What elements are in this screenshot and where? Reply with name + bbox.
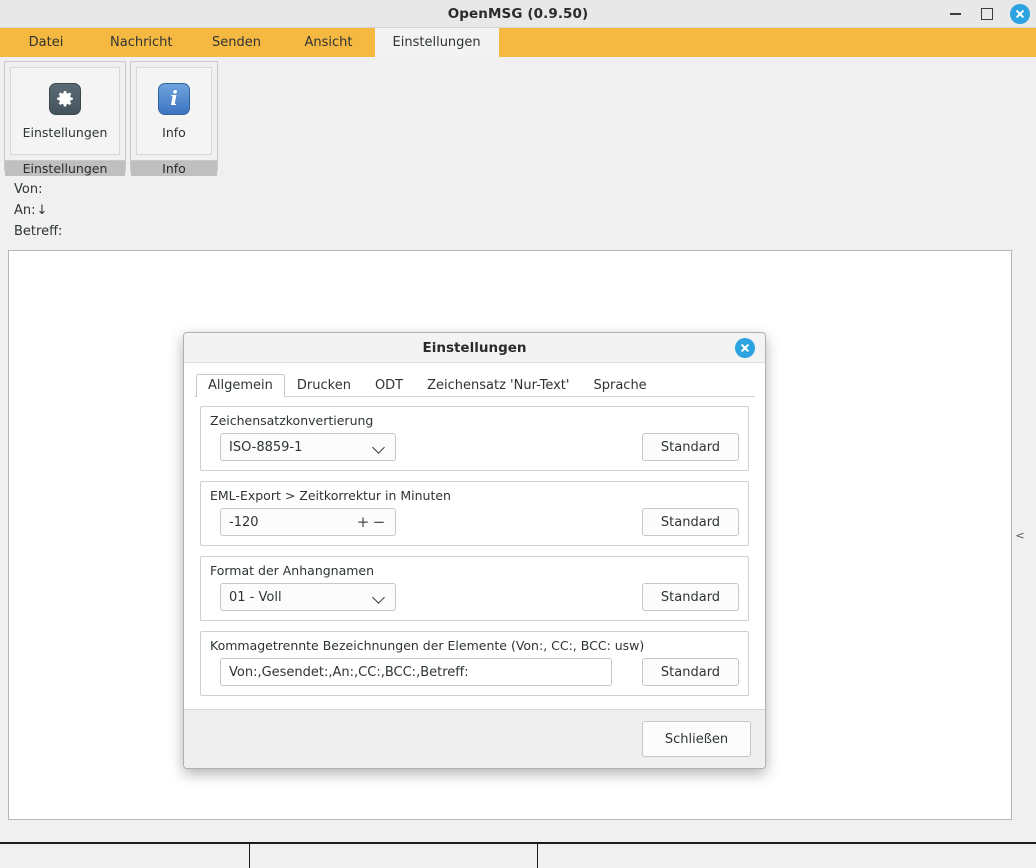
ribbon-toolbar: Einstellungen Einstellungen i Info Info — [0, 57, 1036, 175]
arrow-down-icon[interactable]: ↓ — [36, 203, 48, 218]
tab-sprache[interactable]: Sprache — [581, 374, 658, 397]
info-button-label: Info — [162, 125, 186, 140]
window-titlebar: OpenMSG (0.9.50) — [0, 0, 1036, 28]
tab-zeichensatz-nur-text[interactable]: Zeichensatz 'Nur-Text' — [415, 374, 581, 397]
status-cell-2 — [249, 844, 537, 868]
ribbon-group-body: Einstellungen — [5, 62, 125, 160]
chevron-down-icon — [373, 441, 385, 453]
from-row: Von: — [14, 179, 1036, 200]
info-button[interactable]: i Info — [136, 67, 212, 155]
ribbon-group-einstellungen: Einstellungen Einstellungen — [4, 61, 126, 171]
group-row: -120 + − Standard — [210, 508, 739, 536]
status-cell-1 — [0, 844, 249, 868]
field-container: Von:,Gesendet:,An:,CC:,BCC:,Betreff: — [210, 658, 612, 686]
dialog-footer: Schließen — [184, 709, 765, 768]
group-label: EML-Export > Zeitkorrektur in Minuten — [210, 488, 739, 503]
info-icon: i — [158, 83, 190, 115]
group-label: Kommagetrennte Bezeichnungen der Element… — [210, 638, 739, 653]
menu-item-nachricht[interactable]: Nachricht — [92, 28, 191, 57]
einstellungen-button-label: Einstellungen — [23, 125, 108, 140]
anhangnamen-combobox[interactable]: 01 - Voll — [220, 583, 396, 611]
group-bezeichnungen-elemente: Kommagetrennte Bezeichnungen der Element… — [200, 631, 749, 696]
bezeichnungen-input[interactable]: Von:,Gesendet:,An:,CC:,BCC:,Betreff: — [220, 658, 612, 686]
tab-allgemein[interactable]: Allgemein — [196, 374, 285, 397]
anhangnamen-standard-button[interactable]: Standard — [642, 583, 739, 611]
menu-item-ansicht[interactable]: Ansicht — [283, 28, 375, 57]
einstellungen-button[interactable]: Einstellungen — [10, 67, 120, 155]
group-row: Von:,Gesendet:,An:,CC:,BCC:,Betreff: Sta… — [210, 658, 739, 686]
group-eml-export-zeitkorrektur: EML-Export > Zeitkorrektur in Minuten -1… — [200, 481, 749, 546]
tab-drucken[interactable]: Drucken — [285, 374, 363, 397]
group-zeichensatzkonvertierung: Zeichensatzkonvertierung ISO-8859-1 Stan… — [200, 406, 749, 471]
spin-increment-button[interactable]: + — [355, 515, 371, 530]
dialog-titlebar: Einstellungen — [184, 333, 765, 363]
group-label: Zeichensatzkonvertierung — [210, 413, 739, 428]
field-container: -120 + − — [210, 508, 396, 536]
tab-odt[interactable]: ODT — [363, 374, 415, 397]
charset-standard-button[interactable]: Standard — [642, 433, 739, 461]
field-container: ISO-8859-1 — [210, 433, 396, 461]
tabpane-allgemein: Zeichensatzkonvertierung ISO-8859-1 Stan… — [194, 397, 755, 709]
to-row: An: ↓ — [14, 200, 1036, 221]
bezeichnungen-input-value: Von:,Gesendet:,An:,CC:,BCC:,Betreff: — [229, 665, 469, 680]
menu-item-senden[interactable]: Senden — [191, 28, 283, 57]
window-title: OpenMSG (0.9.50) — [448, 6, 589, 22]
dialog-close-icon[interactable] — [735, 338, 755, 358]
anhangnamen-combobox-value: 01 - Voll — [229, 590, 282, 605]
minimize-icon[interactable] — [946, 5, 964, 23]
charset-combobox[interactable]: ISO-8859-1 — [220, 433, 396, 461]
status-cell-3 — [537, 844, 1036, 868]
menubar: Datei Nachricht Senden Ansicht Einstellu… — [0, 28, 1036, 57]
chevron-down-icon — [373, 591, 385, 603]
zeitkorrektur-spinbox[interactable]: -120 + − — [220, 508, 396, 536]
zeitkorrektur-value: -120 — [229, 515, 355, 530]
dialog-body: Allgemein Drucken ODT Zeichensatz 'Nur-T… — [184, 363, 765, 709]
dialog-tabstrip: Allgemein Drucken ODT Zeichensatz 'Nur-T… — [194, 371, 755, 397]
ribbon-group-info: i Info Info — [130, 61, 218, 171]
window-controls — [946, 0, 1030, 28]
from-label: Von: — [14, 182, 42, 197]
group-label: Format der Anhangnamen — [210, 563, 739, 578]
bezeichnungen-standard-button[interactable]: Standard — [642, 658, 739, 686]
subject-label: Betreff: — [14, 224, 62, 239]
maximize-icon[interactable] — [978, 5, 996, 23]
close-icon[interactable] — [1010, 4, 1030, 24]
group-row: ISO-8859-1 Standard — [210, 433, 739, 461]
statusbar — [0, 842, 1036, 868]
zeitkorrektur-standard-button[interactable]: Standard — [642, 508, 739, 536]
panel-splitter-handle[interactable]: < — [1012, 250, 1028, 820]
spin-decrement-button[interactable]: − — [371, 515, 387, 530]
group-format-anhangnamen: Format der Anhangnamen 01 - Voll Standar… — [200, 556, 749, 621]
menu-item-datei[interactable]: Datei — [0, 28, 92, 57]
charset-combobox-value: ISO-8859-1 — [229, 440, 302, 455]
dialog-title: Einstellungen — [422, 340, 526, 356]
message-header-fields: Von: An: ↓ Betreff: — [0, 175, 1036, 250]
ribbon-group-label-info: Info — [131, 160, 217, 176]
settings-dialog: Einstellungen Allgemein Drucken ODT Zeic… — [183, 332, 766, 769]
subject-row: Betreff: — [14, 221, 1036, 242]
menu-item-einstellungen[interactable]: Einstellungen — [375, 28, 499, 57]
ribbon-group-label-einstellungen: Einstellungen — [5, 160, 125, 176]
field-container: 01 - Voll — [210, 583, 396, 611]
schliessen-button[interactable]: Schließen — [642, 721, 751, 757]
to-label: An: — [14, 203, 36, 218]
ribbon-group-body: i Info — [131, 62, 217, 160]
close-icon[interactable] — [735, 338, 755, 358]
group-row: 01 - Voll Standard — [210, 583, 739, 611]
gear-icon — [49, 83, 81, 115]
